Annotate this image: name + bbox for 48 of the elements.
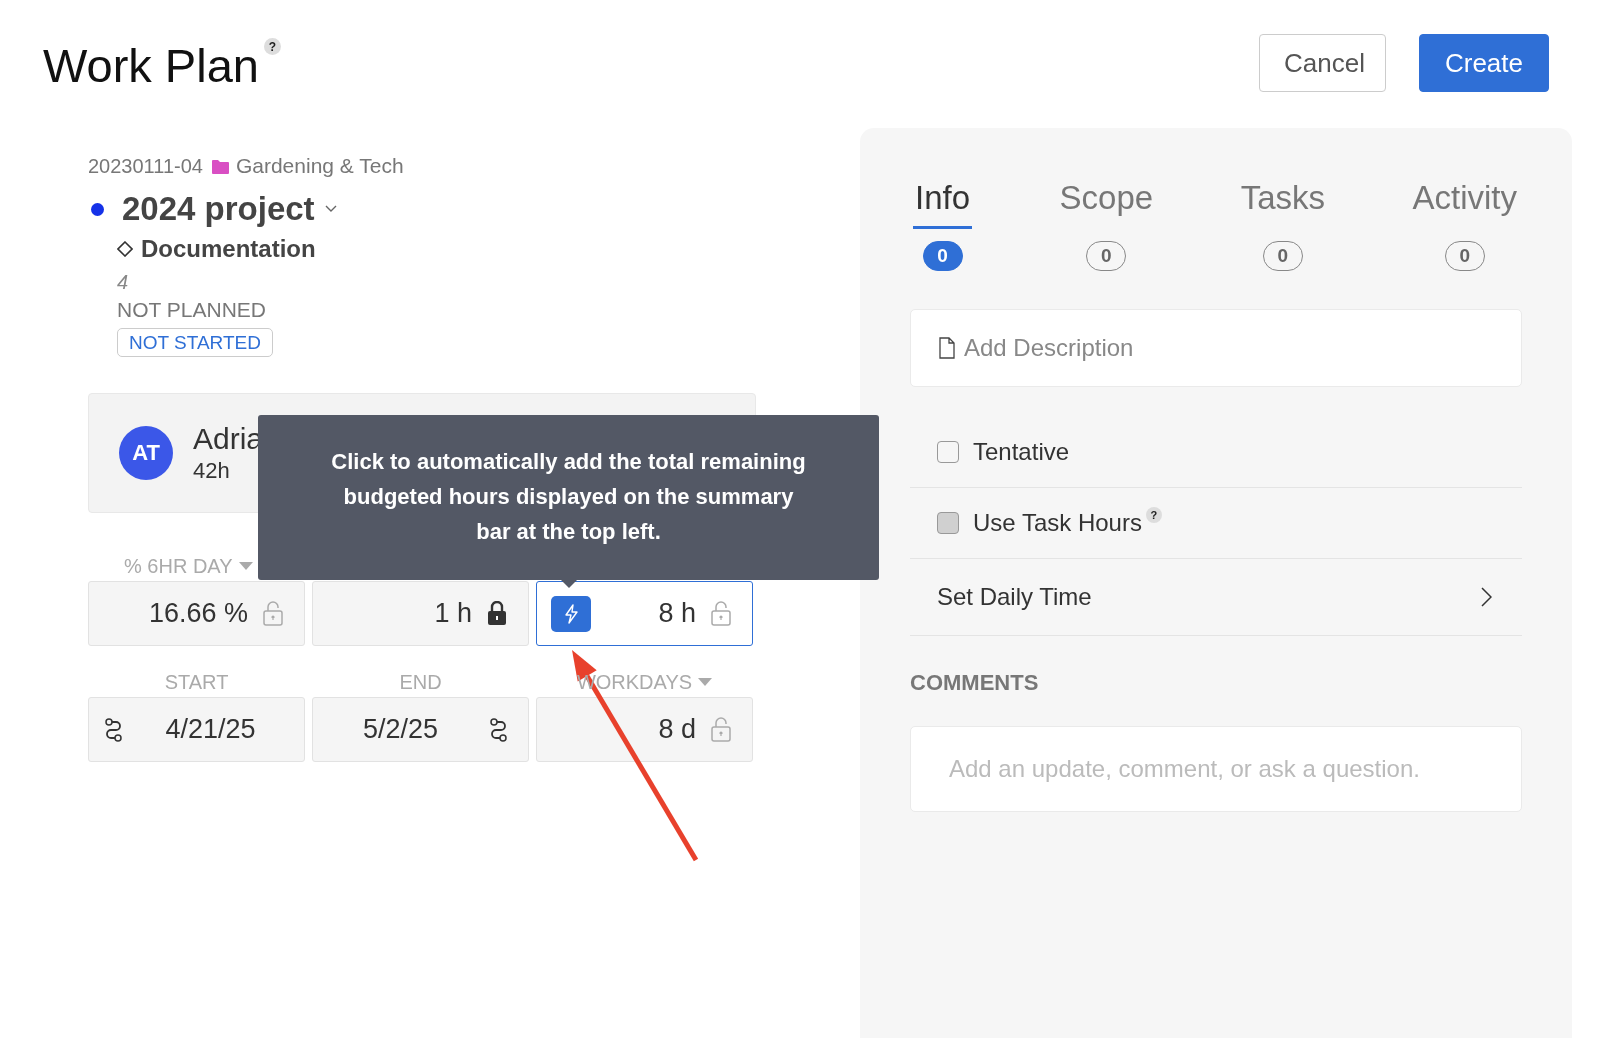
work-code: 20230111-04: [88, 154, 203, 178]
cancel-button[interactable]: Cancel: [1259, 34, 1386, 92]
input-field[interactable]: 5/2/25: [312, 697, 529, 762]
phase-number: 4: [117, 271, 130, 295]
status-badge: NOT STARTED: [117, 328, 273, 357]
field-label: % 6HR DAY: [124, 554, 233, 578]
project-name[interactable]: 2024 project: [122, 190, 315, 228]
dropdown-caret-icon[interactable]: [698, 678, 713, 686]
member-hours: 42h: [193, 458, 231, 484]
checkbox[interactable]: [937, 441, 959, 463]
project-color-dot: [91, 202, 104, 216]
tab[interactable]: Tasks 0: [1240, 178, 1325, 271]
tab[interactable]: Scope 0: [1059, 178, 1154, 271]
plan-status: NOT PLANNED: [117, 298, 267, 323]
option-label: Use Task Hours: [973, 509, 1142, 537]
field-label: END: [399, 670, 442, 694]
folder-icon: [210, 157, 230, 175]
link-icon: [488, 717, 508, 742]
chevron-right-icon: [1481, 587, 1492, 607]
document-icon: [939, 337, 955, 359]
tooltip: Click to automatically add the total remaining budgeted hours displayed on the summary bar at the top left.: [258, 415, 879, 580]
avatar: AT: [119, 426, 173, 480]
link-icon: [103, 717, 123, 742]
section-heading: COMMENTS: [910, 670, 1040, 696]
dropdown-caret-icon[interactable]: [238, 562, 253, 570]
page-title: Work Plan: [43, 38, 259, 94]
input-field[interactable]: 8 h: [536, 581, 753, 646]
chevron-down-icon: [324, 205, 337, 213]
help-icon[interactable]: ?: [263, 38, 281, 55]
tab[interactable]: Activity 0: [1412, 178, 1517, 271]
create-button[interactable]: Create: [1419, 34, 1549, 92]
input-field[interactable]: 8 d: [536, 697, 753, 762]
option-label: Tentative: [973, 438, 1070, 466]
tooltip-pointer: [561, 580, 577, 588]
phase-name: Documentation: [141, 235, 316, 263]
count-badge: 0: [922, 241, 963, 271]
description-field[interactable]: Add Description: [910, 309, 1522, 387]
tab[interactable]: Info 0: [913, 178, 973, 271]
input-field[interactable]: 1 h: [312, 581, 529, 646]
comment-field[interactable]: Add an update, comment, or ask a question.: [910, 726, 1522, 812]
auto-fill-button[interactable]: [551, 595, 591, 632]
diamond-icon: [117, 241, 133, 257]
field-label: START: [164, 670, 229, 694]
lightning-icon: [562, 603, 580, 624]
set-daily-time-row[interactable]: Set Daily Time: [910, 559, 1522, 636]
input-field[interactable]: 16.66 %: [88, 581, 305, 646]
folder-name: Gardening & Tech: [235, 154, 404, 178]
input-field[interactable]: 4/21/25: [88, 697, 305, 762]
